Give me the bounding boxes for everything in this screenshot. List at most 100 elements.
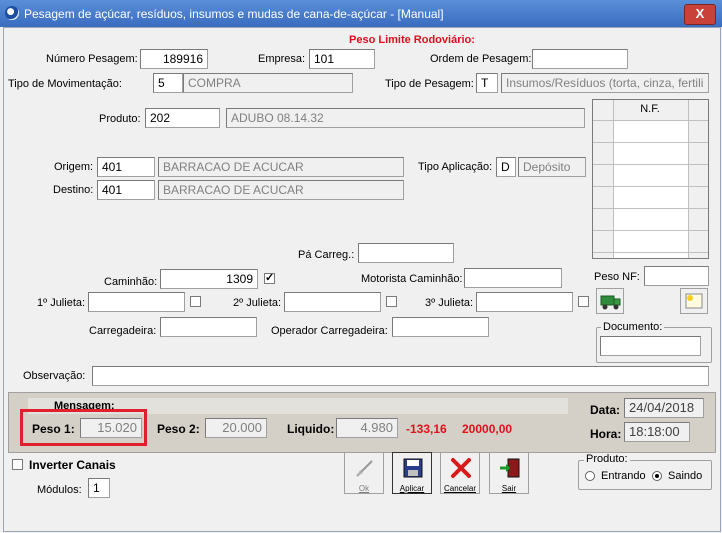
produto-label: Produto: [99,113,141,125]
origem-desc: BARRACAO DE ACUCAR [158,157,404,177]
tipo-aplicacao-code[interactable]: D [496,157,516,177]
tipo-aplicacao-desc: Depósito [518,157,586,177]
truck-button[interactable] [596,288,624,314]
entrando-label: Entrando [601,470,646,482]
peso2-label: Peso 2: [157,422,200,436]
tipo-movimentacao-desc: COMPRA [183,73,353,93]
inverter-canais-checkbox[interactable] [12,459,23,470]
julieta3-checkbox[interactable] [578,296,589,307]
peso-nf-field[interactable] [644,266,709,286]
documento-label: Documento: [601,321,665,333]
documento-field[interactable] [600,336,701,356]
peso-nf-label: Peso NF: [594,271,640,283]
tipo-movimentacao-code[interactable]: 5 [153,73,183,93]
cancelar-label: Cancelar [443,484,476,493]
julieta1-label: 1º Julieta: [37,297,86,309]
numero-pesagem-label: Número Pesagem: [46,53,138,65]
carregadeira-field[interactable] [160,317,257,337]
grid-line [593,142,708,143]
produto-desc: ADUBO 08.14.32 [226,108,585,128]
modulos-label: Módulos: [37,484,82,496]
cancel-x-icon [451,458,471,478]
carregadeira-label: Carregadeira: [89,325,157,337]
aplicar-label: Aplicar [399,484,425,493]
julieta3-label: 3º Julieta: [425,297,474,309]
ordem-pesagem-label: Ordem de Pesagem: [430,53,532,65]
nf-grid-header: N.F. [640,103,660,115]
nf-grid[interactable]: N.F. [592,99,709,259]
caminhao-field[interactable]: 1309 [160,269,258,289]
numero-pesagem-field[interactable]: 189916 [140,49,208,69]
caminhao-label: Caminhão: [104,276,158,288]
grid-line [593,120,708,121]
cancelar-button[interactable]: Cancelar [440,452,480,494]
grid-line [613,100,614,258]
julieta3-field[interactable] [476,292,573,312]
grid-line [593,230,708,231]
tipo-movimentacao-label: Tipo de Movimentação: [8,78,122,90]
grid-line [593,252,708,253]
save-icon [403,458,423,478]
note-icon [685,293,703,309]
peso-limite-label: Peso Limite Rodoviário: [349,34,475,46]
ok-label: Ok [358,484,370,493]
saindo-label: Saindo [668,470,703,482]
julieta2-label: 2º Julieta: [233,297,282,309]
grid-line [593,208,708,209]
destino-code[interactable]: 401 [97,180,155,200]
inverter-canais-label: Inverter Canais [29,458,116,472]
empresa-label: Empresa: [258,53,306,65]
hora-field: 18:18:00 [624,422,690,442]
operador-carregadeira-field[interactable] [392,317,489,337]
sair-label: Sair [501,484,517,493]
liquido-field: 4.980 [336,418,398,438]
aplicar-button[interactable]: Aplicar [392,452,432,494]
pen-icon [356,460,373,477]
produto-code[interactable]: 202 [145,108,220,128]
entrando-radio[interactable] [585,471,595,481]
observacao-label: Observação: [23,370,86,382]
note-button[interactable] [680,288,708,314]
grid-line [593,164,708,165]
app-icon [5,6,19,20]
close-button[interactable]: X [684,4,716,25]
main-window: Pesagem de açúcar, resíduos, insumos e m… [0,0,722,533]
origem-label: Origem: [54,161,94,173]
destino-desc: BARRACAO DE ACUCAR [158,180,404,200]
julieta1-field[interactable] [88,292,185,312]
exit-door-icon [500,458,520,478]
diff-value: -133,16 [406,422,447,436]
grid-line [688,100,689,258]
truck-icon [600,295,621,310]
julieta2-checkbox[interactable] [386,296,397,307]
saindo-radio[interactable] [652,471,662,481]
window-title: Pesagem de açúcar, resíduos, insumos e m… [24,7,444,21]
pa-carreg-field[interactable] [358,243,454,263]
julieta1-checkbox[interactable] [190,296,201,307]
motorista-field[interactable] [464,268,562,288]
operador-carregadeira-label: Operador Carregadeira: [271,325,388,337]
origem-code[interactable]: 401 [97,157,155,177]
tipo-aplicacao-label: Tipo Aplicação: [418,161,493,173]
sair-button[interactable]: Sair [489,452,529,494]
modulos-field[interactable]: 1 [88,478,110,498]
caminhao-checkbox[interactable] [264,271,275,284]
tipo-pesagem-desc: Insumos/Resíduos (torta, cinza, fertili [501,73,709,93]
pa-carreg-label: Pá Carreg.: [298,249,355,261]
tipo-pesagem-code[interactable]: T [476,73,498,93]
hora-label: Hora: [590,427,622,441]
ordem-pesagem-field[interactable] [532,49,628,69]
empresa-field[interactable]: 101 [309,49,375,69]
liquido-label: Liquido: [287,422,335,436]
motorista-label: Motorista Caminhão: [361,273,463,285]
title-bar: Pesagem de açúcar, resíduos, insumos e m… [0,0,722,27]
observacao-field[interactable] [92,366,709,386]
peso1-highlight [20,409,147,446]
peso2-field: 20.000 [205,418,267,438]
destino-label: Destino: [53,184,94,196]
ok-button[interactable]: Ok [344,452,384,494]
limite-value: 20000,00 [462,422,513,436]
tipo-pesagem-label: Tipo de Pesagem: [385,78,474,90]
data-label: Data: [590,403,621,417]
julieta2-field[interactable] [284,292,381,312]
